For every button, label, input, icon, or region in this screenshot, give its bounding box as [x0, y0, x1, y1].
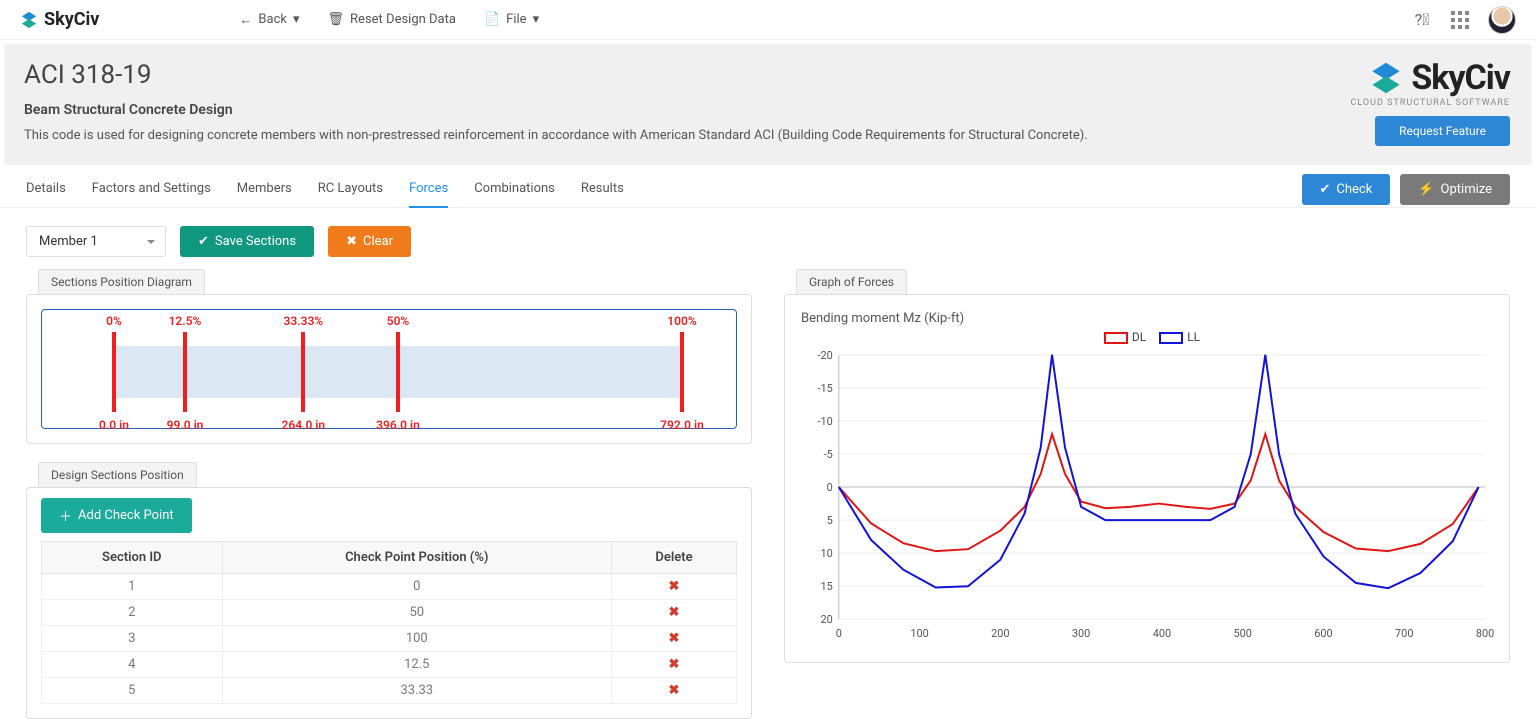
delete-row-icon[interactable]: ✖ [669, 657, 680, 672]
add-check-point-button[interactable]: ＋ Add Check Point [41, 498, 192, 533]
tab-factors-and-settings[interactable]: Factors and Settings [92, 171, 211, 207]
chart-legend: DL LL [799, 330, 1495, 344]
svg-text:-20: -20 [818, 349, 833, 362]
svg-text:800: 800 [1476, 627, 1494, 640]
controls-row: Member 1 ✔ Save Sections ✖ Clear [0, 208, 1536, 269]
tab-rc-layouts[interactable]: RC Layouts [318, 171, 383, 207]
table-row: 250✖ [42, 600, 737, 626]
col-position: Check Point Position (%) [222, 542, 611, 574]
col-delete: Delete [612, 542, 737, 574]
table-row: 533.33✖ [42, 678, 737, 704]
svg-text:500: 500 [1233, 627, 1251, 640]
logo: SkyCiv [20, 9, 99, 30]
section-tick: 12.5%99.0 in [183, 332, 187, 412]
help-icon[interactable]: ?⃝ [1412, 10, 1432, 30]
tab-forces[interactable]: Forces [409, 171, 448, 208]
member-select[interactable]: Member 1 [26, 226, 166, 257]
logo-text: SkyCiv [44, 9, 99, 30]
graph-forces-panel: Bending moment Mz (Kip-ft) DL LL -20 -15 -… [784, 294, 1510, 663]
delete-row-icon[interactable]: ✖ [669, 683, 680, 698]
optimize-button[interactable]: ⚡ Optimize [1400, 174, 1510, 205]
check-points-table: Section ID Check Point Position (%) Dele… [41, 541, 737, 704]
svg-text:15: 15 [821, 580, 833, 593]
svg-text:200: 200 [991, 627, 1009, 640]
design-sections-panel: ＋ Add Check Point Section ID Check Point… [26, 487, 752, 719]
section-tick: 33.33%264.0 in [301, 332, 305, 412]
delete-row-icon[interactable]: ✖ [669, 579, 680, 594]
section-tick: 50%396.0 in [396, 332, 400, 412]
save-label: Save Sections [215, 234, 296, 249]
tab-members[interactable]: Members [237, 171, 292, 207]
avatar[interactable] [1488, 6, 1516, 34]
save-sections-button[interactable]: ✔ Save Sections [180, 226, 314, 257]
tab-results[interactable]: Results [581, 171, 624, 207]
sections-diagram-panel: 0%0.0 in 12.5%99.0 in 33.33%264.0 in 50%396… [26, 294, 752, 444]
top-controls: ← Back ▾ 🗑 Reset Design Data 📄 File ▾ [239, 12, 539, 28]
brand-tagline: CLOUD STRUCTURAL SOFTWARE [1351, 98, 1510, 108]
clear-label: Clear [363, 234, 393, 249]
forces-chart: -20-15-10-505101520010020030040050060070… [799, 344, 1495, 644]
apps-icon[interactable] [1450, 10, 1470, 30]
svg-text:10: 10 [821, 547, 833, 560]
legend-swatch-ll [1159, 332, 1183, 344]
page-subtitle: Beam Structural Concrete Design [24, 102, 1512, 118]
left-column: Sections Position Diagram 0%0.0 in 12.5%9… [26, 269, 752, 719]
table-row: 412.5✖ [42, 652, 737, 678]
optimize-label: Optimize [1441, 182, 1492, 197]
svg-text:0: 0 [827, 481, 833, 494]
right-column: Graph of Forces Bending moment Mz (Kip-f… [784, 269, 1510, 719]
design-sections-label: Design Sections Position [38, 462, 197, 487]
logo-mark-icon [20, 11, 38, 29]
legend-swatch-dl [1104, 332, 1128, 344]
beam-diagram: 0%0.0 in 12.5%99.0 in 33.33%264.0 in 50%396… [41, 309, 737, 429]
legend-label-ll: LL [1187, 330, 1200, 344]
svg-text:-5: -5 [824, 448, 833, 461]
tabs-row: Details Factors and Settings Members RC Lay… [0, 171, 1536, 208]
svg-text:20: 20 [821, 613, 833, 626]
svg-text:700: 700 [1395, 627, 1413, 640]
svg-text:5: 5 [827, 514, 833, 527]
tab-combinations[interactable]: Combinations [474, 171, 555, 207]
page-title: ACI 318-19 [24, 60, 1512, 90]
reset-button[interactable]: 🗑 Reset Design Data [328, 12, 456, 27]
reset-label: Reset Design Data [350, 12, 456, 27]
svg-text:-15: -15 [818, 382, 833, 395]
legend-label-dl: DL [1132, 330, 1146, 344]
back-label: Back [258, 12, 287, 27]
graph-forces-label: Graph of Forces [796, 269, 907, 294]
tab-details[interactable]: Details [26, 171, 66, 207]
brand-name: SkyCiv [1411, 58, 1510, 98]
delete-row-icon[interactable]: ✖ [669, 631, 680, 646]
table-row: 3100✖ [42, 626, 737, 652]
back-button[interactable]: ← Back ▾ [239, 12, 299, 28]
clear-button[interactable]: ✖ Clear [328, 226, 411, 257]
svg-text:0: 0 [836, 627, 842, 640]
file-menu[interactable]: 📄 File ▾ [484, 12, 539, 27]
file-label: File [506, 12, 526, 27]
check-button[interactable]: ✔ Check [1302, 174, 1391, 205]
col-section-id: Section ID [42, 542, 223, 574]
delete-row-icon[interactable]: ✖ [669, 605, 680, 620]
brand-block: SkyCiv CLOUD STRUCTURAL SOFTWARE Request… [1351, 58, 1510, 146]
banner: ACI 318-19 Beam Structural Concrete Desi… [4, 44, 1532, 165]
add-check-point-label: Add Check Point [78, 508, 174, 523]
topbar: SkyCiv ← Back ▾ 🗑 Reset Design Data 📄 Fi… [0, 0, 1536, 40]
sections-diagram-label: Sections Position Diagram [38, 269, 205, 294]
table-row: 10✖ [42, 574, 737, 600]
chart-title: Bending moment Mz (Kip-ft) [801, 311, 1495, 326]
topbar-right: ?⃝ [1412, 6, 1516, 34]
svg-text:300: 300 [1072, 627, 1090, 640]
check-label: Check [1336, 182, 1372, 197]
svg-text:400: 400 [1153, 627, 1171, 640]
page-description: This code is used for designing concrete… [24, 128, 1512, 143]
request-feature-button[interactable]: Request Feature [1375, 116, 1510, 146]
svg-text:100: 100 [910, 627, 928, 640]
section-tick: 0%0.0 in [112, 332, 116, 412]
tabs: Details Factors and Settings Members RC Lay… [26, 171, 624, 207]
brand-mark-icon [1369, 61, 1403, 95]
svg-text:600: 600 [1314, 627, 1332, 640]
svg-text:-10: -10 [818, 415, 833, 428]
section-tick: 100%792.0 in [680, 332, 684, 412]
